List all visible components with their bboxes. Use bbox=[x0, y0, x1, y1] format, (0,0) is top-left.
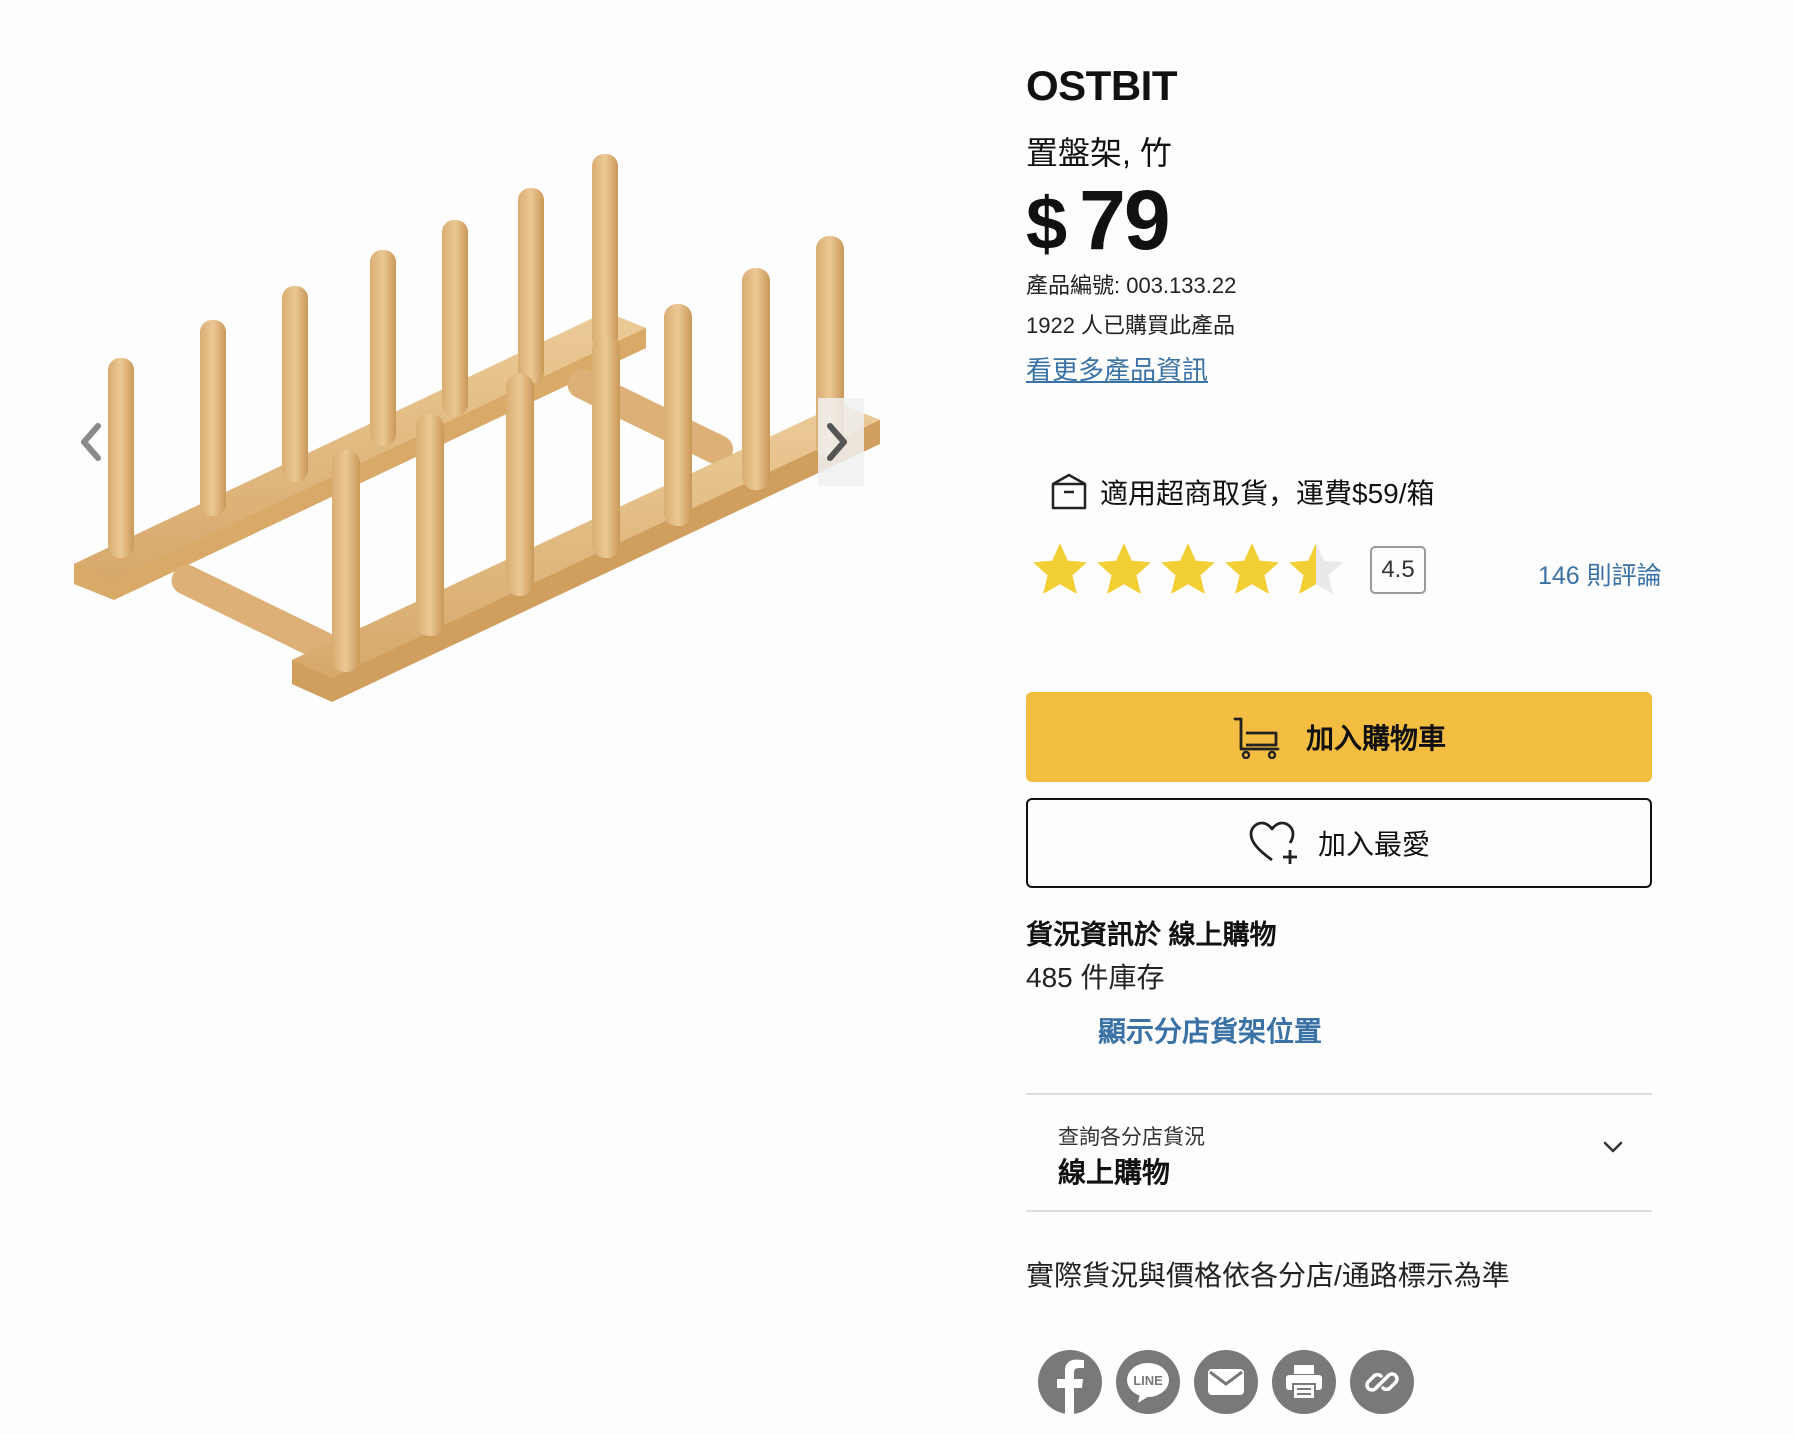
heart-plus-icon bbox=[1249, 821, 1297, 864]
store-selector-value: 線上購物 bbox=[1058, 1157, 1171, 1188]
reviews-link[interactable]: 146 則評論 bbox=[1538, 556, 1662, 592]
price-value: 79 bbox=[1079, 173, 1170, 267]
star-icon bbox=[1225, 543, 1279, 594]
product-gallery bbox=[0, 0, 880, 800]
star-icon bbox=[1097, 543, 1151, 594]
article-number: 產品編號: 003.133.22 bbox=[1026, 273, 1237, 298]
parcel-box-icon bbox=[1051, 473, 1087, 510]
chevron-right-icon bbox=[827, 423, 847, 461]
product-description: 置盤架, 竹 bbox=[1026, 135, 1172, 171]
share-email-button[interactable] bbox=[1194, 1350, 1258, 1414]
show-shelf-location-link[interactable]: 顯示分店貨架位置 bbox=[1098, 1010, 1322, 1050]
star-icon bbox=[1033, 543, 1087, 594]
share-bar: LINE bbox=[1038, 1350, 1414, 1414]
line-icon: LINE bbox=[1127, 1363, 1169, 1403]
product-info: OSTBIT 置盤架, 竹 $79 產品編號: 003.133.22 1922 … bbox=[1026, 0, 1666, 1435]
share-facebook-button[interactable] bbox=[1038, 1350, 1102, 1414]
email-icon bbox=[1208, 1369, 1244, 1395]
print-icon bbox=[1286, 1365, 1322, 1400]
gallery-prev-button[interactable] bbox=[70, 402, 110, 482]
add-to-favourites-button[interactable]: 加入最愛 bbox=[1026, 798, 1652, 888]
product-image bbox=[74, 154, 880, 702]
store-selector-label: 查詢各分店貨況 bbox=[1058, 1126, 1205, 1149]
star-icon bbox=[1161, 543, 1215, 594]
divider bbox=[1026, 1210, 1652, 1212]
shopping-cart-icon bbox=[1233, 717, 1280, 759]
share-print-button[interactable] bbox=[1272, 1350, 1336, 1414]
line-icon-text: LINE bbox=[1133, 1373, 1163, 1388]
price-disclaimer: 實際貨況與價格依各分店/通路標示為準 bbox=[1026, 1260, 1510, 1291]
gallery-next-button[interactable] bbox=[818, 402, 858, 482]
facebook-icon bbox=[1057, 1359, 1084, 1414]
chevron-down-icon bbox=[1603, 1141, 1623, 1153]
more-info-link[interactable]: 看更多產品資訊 bbox=[1026, 350, 1208, 387]
stock-title: 貨況資訊於 線上購物 bbox=[1026, 920, 1277, 950]
share-line-button[interactable]: LINE bbox=[1116, 1350, 1180, 1414]
add-to-cart-label: 加入購物車 bbox=[1305, 723, 1446, 754]
chevron-left-icon bbox=[81, 423, 101, 461]
rating-stars bbox=[1030, 540, 1346, 600]
price-currency: $ bbox=[1026, 182, 1067, 265]
purchase-count: 1922 人已購買此產品 bbox=[1026, 313, 1236, 338]
star-icon bbox=[1289, 543, 1343, 594]
add-to-cart-button[interactable]: 加入購物車 bbox=[1026, 692, 1652, 782]
copy-link-button[interactable] bbox=[1350, 1350, 1414, 1414]
rating: 4.5 146 則評論 bbox=[1030, 540, 1670, 610]
add-to-favourites-label: 加入最愛 bbox=[1317, 829, 1430, 860]
product-price: $79 bbox=[1026, 178, 1171, 265]
product-name: OSTBIT bbox=[1026, 62, 1178, 109]
link-icon bbox=[1365, 1372, 1399, 1392]
store-availability-selector[interactable]: 查詢各分店貨況 線上購物 bbox=[1026, 1095, 1652, 1211]
pickup-text: 適用超商取貨，運費$59/箱 bbox=[1100, 478, 1435, 509]
rating-value: 4.5 bbox=[1370, 546, 1426, 594]
stock-count: 485 件庫存 bbox=[1026, 962, 1165, 993]
pickup-info: 適用超商取貨，運費$59/箱 bbox=[1050, 472, 1435, 512]
